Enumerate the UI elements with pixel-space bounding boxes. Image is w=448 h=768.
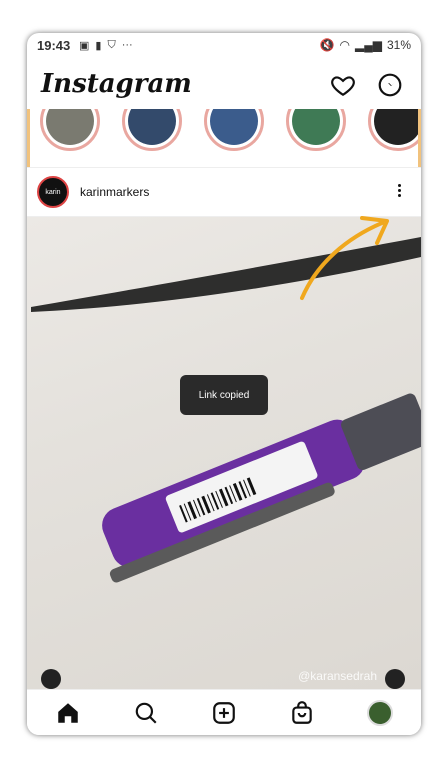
instagram-logo: Instagram: [41, 69, 192, 99]
photo-watermark: @karansedrah: [298, 669, 377, 683]
story-avatar[interactable]: [204, 109, 264, 151]
gallery-icon: ▣: [79, 40, 90, 52]
notification-icons: ▣ ▮ ⛉ ···: [79, 39, 133, 52]
story-avatar[interactable]: [122, 109, 182, 151]
wifi-icon: ◠: [339, 38, 350, 52]
post-author-avatar[interactable]: karin: [37, 176, 69, 208]
app-header: Instagram: [27, 59, 421, 109]
phone-screen: 19:43 ▣ ▮ ⛉ ··· 🔇 ◠ ▂▄▆ 31% Instagram ka…: [27, 33, 421, 735]
clock: 19:43: [37, 38, 71, 53]
heart-icon[interactable]: [330, 72, 356, 98]
add-post-icon[interactable]: [211, 700, 237, 726]
story-avatar[interactable]: [40, 109, 100, 151]
shop-icon[interactable]: [289, 700, 315, 726]
status-bar: 19:43 ▣ ▮ ⛉ ··· 🔇 ◠ ▂▄▆ 31%: [27, 33, 421, 59]
system-indicators: 🔇 ◠ ▂▄▆ 31%: [320, 38, 411, 52]
bottom-navigation: [27, 689, 421, 735]
home-icon[interactable]: [55, 700, 81, 726]
story-avatar[interactable]: [368, 109, 418, 151]
story-avatar[interactable]: [286, 109, 346, 151]
shield-icon: ⛉: [107, 39, 116, 51]
mute-icon: 🔇: [319, 38, 335, 52]
stories-tray[interactable]: [27, 109, 421, 167]
mute-video-icon[interactable]: [385, 669, 405, 689]
post-username[interactable]: karinmarkers: [80, 185, 149, 199]
profile-avatar[interactable]: [367, 700, 393, 726]
messenger-icon[interactable]: [377, 72, 403, 98]
signal-icon: ▂▄▆: [355, 38, 382, 52]
search-icon[interactable]: [133, 700, 159, 726]
battery-percent: 31%: [386, 38, 411, 52]
tagged-people-icon[interactable]: [41, 669, 61, 689]
annotation-arrow: [300, 216, 389, 300]
more-notifications-icon: ···: [121, 39, 133, 51]
link-copied-toast: Link copied: [180, 375, 268, 415]
storage-icon: ▮: [95, 40, 102, 52]
